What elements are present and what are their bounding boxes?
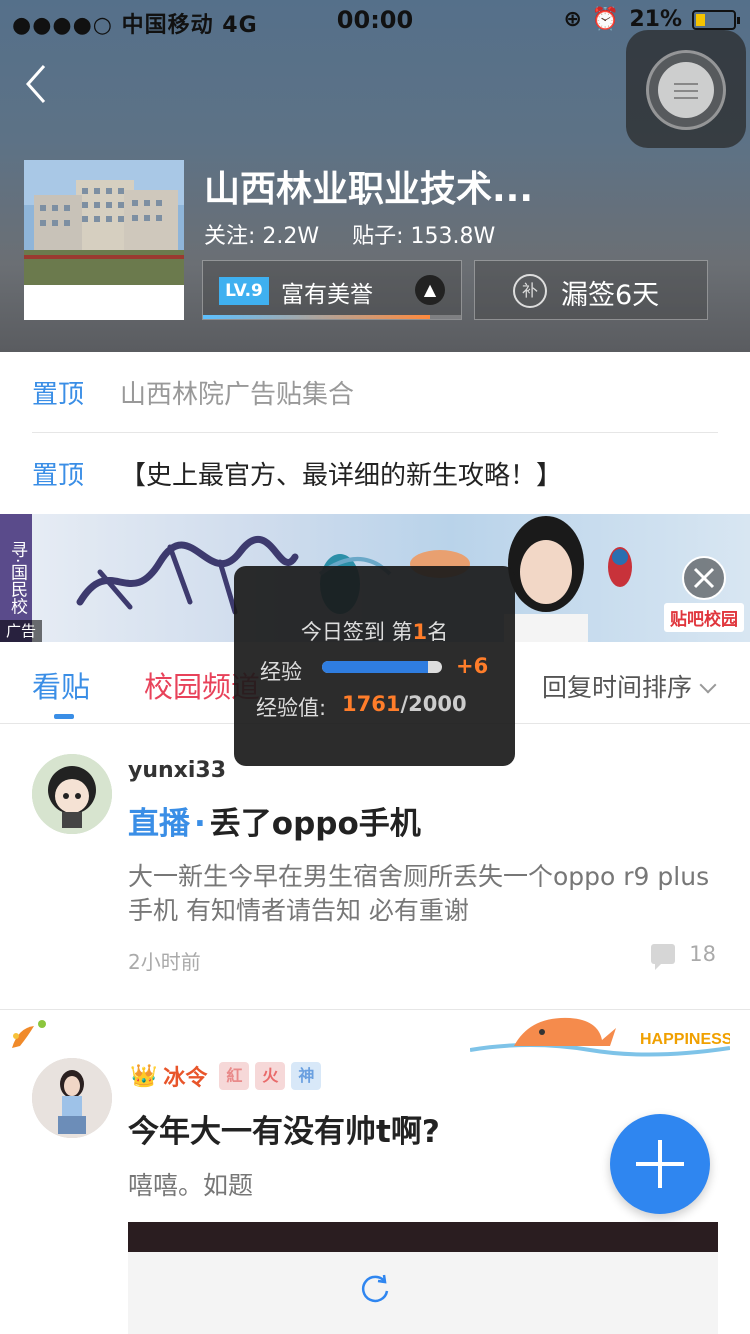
exp-label: 经验 <box>260 660 302 684</box>
badge-hong: 紅 <box>219 1062 250 1090</box>
pinned-list: 置顶 山西林院广告贴集合 置顶 【史上最官方、最详细的新生攻略！】 <box>0 352 750 512</box>
reply-count-value: 18 <box>689 942 716 966</box>
exp-progress-bar <box>322 661 442 673</box>
alarm-icon: ⏰ <box>591 7 620 32</box>
pinned-item[interactable]: 置顶 【史上最官方、最详细的新生攻略！】 <box>32 432 718 512</box>
badge-shen: 神 <box>291 1062 322 1090</box>
forum-header: ●●●●○ 中国移动 4G 00:00 ⊕ ⏰ 21% 山西林业职业技术... … <box>0 0 750 352</box>
follow-count: 关注: 2.2W <box>204 224 320 249</box>
close-icon <box>693 567 715 589</box>
forum-title: 山西林业职业技术... <box>204 169 534 210</box>
pinned-item[interactable]: 置顶 山西林院广告贴集合 <box>32 352 718 432</box>
ad-close-button[interactable] <box>682 556 726 600</box>
back-button[interactable] <box>20 62 60 106</box>
assistive-touch-button[interactable] <box>626 30 746 148</box>
title-dot: · <box>194 806 206 842</box>
live-tag: 直播 <box>128 806 190 842</box>
pinned-title: 【史上最官方、最详细的新生攻略！】 <box>120 461 563 491</box>
splash-decoration <box>12 1020 46 1048</box>
comment-icon <box>651 944 676 970</box>
battery-icon <box>692 9 740 30</box>
forum-stats: 关注: 2.2W 贴子: 153.8W <box>204 218 521 250</box>
pinned-tag: 置顶 <box>32 461 85 491</box>
avatar[interactable] <box>32 1058 112 1138</box>
post-count: 贴子: 153.8W <box>352 224 496 249</box>
crown-icon: 👑 <box>130 1063 158 1089</box>
level-progress <box>203 315 461 319</box>
battery-percent: 21% <box>629 7 682 32</box>
makeup-sign-icon: 补 <box>513 274 547 308</box>
menu-icon <box>674 78 698 104</box>
post-body: 嘻嘻。如题 <box>128 1171 254 1200</box>
exp-gain: +6 <box>456 654 489 678</box>
sort-label: 回复时间排序 <box>541 673 692 702</box>
tab-posts[interactable]: 看贴 <box>32 664 90 719</box>
post-author[interactable]: 冰令 <box>163 1060 207 1092</box>
post-title: 直播 · 丢了oppo手机 <box>128 798 421 843</box>
exp-value: 1761/2000 <box>342 692 467 716</box>
signin-rank: 1 <box>412 620 428 644</box>
sign-in-button[interactable]: 补 漏签6天 <box>474 260 708 320</box>
pinned-tag: 置顶 <box>32 380 85 410</box>
status-icons: ⊕ ⏰ 21% <box>563 7 740 32</box>
refresh-icon <box>361 1274 389 1303</box>
happiness-text: HAPPINESS <box>640 1031 730 1048</box>
forum-avatar[interactable] <box>24 160 184 320</box>
ad-tag: 广告 <box>0 620 42 642</box>
chevron-left-icon <box>25 65 46 103</box>
pinned-title: 山西林院广告贴集合 <box>120 380 355 410</box>
level-button[interactable]: LV.9 富有美誉 ▲ <box>202 260 462 320</box>
post-image[interactable] <box>128 1222 718 1334</box>
badge-huo: 火 <box>255 1062 286 1090</box>
post-author-row: 👑 冰令 紅 火 神 <box>130 1060 322 1092</box>
parrot-illustration <box>608 547 632 587</box>
sort-dropdown[interactable]: 回复时间排序 <box>541 668 717 704</box>
post-author[interactable]: yunxi33 <box>128 758 226 783</box>
exp-value-label: 经验值: <box>256 696 327 720</box>
level-badge: LV.9 <box>219 277 269 305</box>
toast-title: 今日签到 第1名 <box>300 620 449 644</box>
level-name: 富有美誉 <box>281 282 373 308</box>
rotation-lock-icon: ⊕ <box>563 7 582 32</box>
avatar[interactable] <box>32 754 112 834</box>
ad-brand-logo: 贴吧校园 <box>664 603 744 632</box>
rocket-icon: ▲ <box>415 275 445 305</box>
post-title: 今年大一有没有帅t啊? <box>128 1114 440 1150</box>
signin-toast: 今日签到 第1名 经验 +6 经验值: 1761/2000 <box>234 566 515 766</box>
post-body: 大一新生今早在男生宿舍厕所丢失一个oppo r9 plus手机 有知情者请告知 … <box>128 862 710 925</box>
sign-in-label: 漏签6天 <box>561 280 660 311</box>
new-post-button[interactable] <box>610 1114 710 1214</box>
chevron-down-icon <box>699 676 717 694</box>
post-time: 2小时前 <box>128 950 201 974</box>
post-title-text: 丢了oppo手机 <box>209 806 421 842</box>
reply-count[interactable]: 18 <box>651 942 716 970</box>
whale-decoration: HAPPINESS <box>470 1017 730 1057</box>
post-item[interactable]: yunxi33 直播 · 丢了oppo手机 大一新生今早在男生宿舍厕所丢失一个opp… <box>0 724 750 1010</box>
